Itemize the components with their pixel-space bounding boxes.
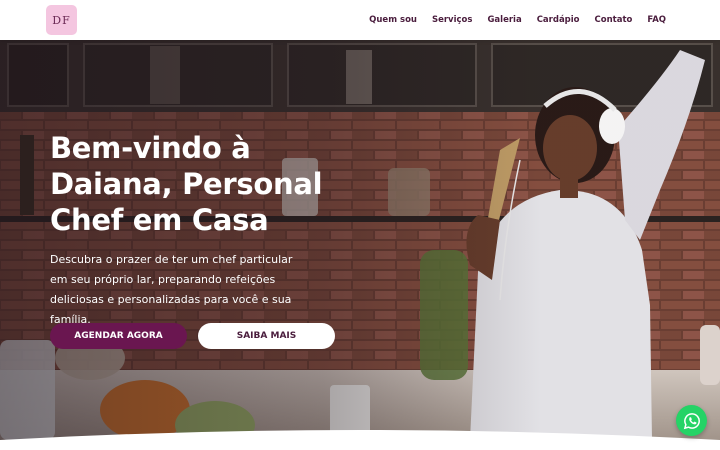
nav-quem-sou[interactable]: Quem sou (369, 15, 417, 25)
saiba-mais-button[interactable]: SAIBA MAIS (198, 323, 335, 349)
main-nav: Quem sou Serviços Galeria Cardápio Conta… (369, 0, 666, 40)
brand-logo[interactable]: DF (46, 5, 77, 35)
brand-logo-icon: DF (52, 13, 71, 27)
hero-section: Bem-vindo à Daiana, Personal Chef em Cas… (0, 40, 720, 440)
nav-cardapio[interactable]: Cardápio (537, 15, 580, 25)
whatsapp-icon (683, 412, 700, 429)
nav-contato[interactable]: Contato (595, 15, 633, 25)
hero-subtitle: Descubra o prazer de ter um chef particu… (50, 253, 293, 326)
hero-bottom-curve (0, 430, 720, 450)
whatsapp-button[interactable] (676, 405, 707, 436)
agendar-agora-button[interactable]: AGENDAR AGORA (50, 323, 187, 349)
site-header: DF Quem sou Serviços Galeria Cardápio Co… (0, 0, 720, 40)
hero-title: Bem-vindo à Daiana, Personal Chef em Cas… (50, 131, 323, 237)
hero-buttons: AGENDAR AGORA SAIBA MAIS (50, 323, 335, 349)
nav-faq[interactable]: FAQ (647, 15, 666, 25)
hero-content: Bem-vindo à Daiana, Personal Chef em Cas… (50, 130, 350, 330)
nav-galeria[interactable]: Galeria (487, 15, 521, 25)
nav-servicos[interactable]: Serviços (432, 15, 472, 25)
